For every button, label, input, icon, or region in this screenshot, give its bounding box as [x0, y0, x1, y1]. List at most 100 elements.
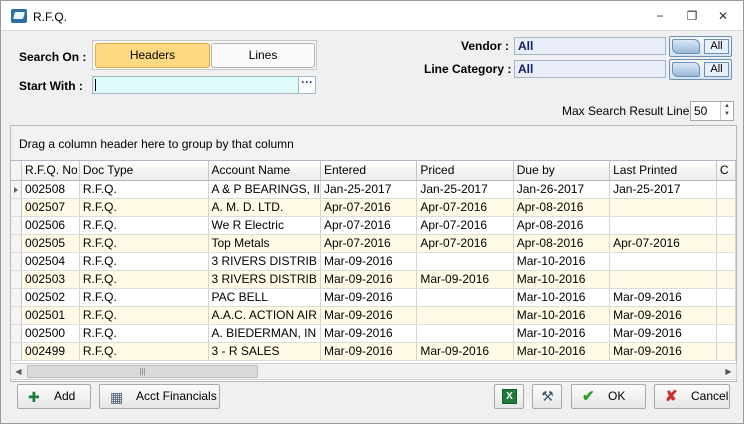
cell-priced[interactable] — [416, 324, 514, 343]
cell-account-name[interactable]: Top Metals — [208, 234, 321, 253]
row-indicator[interactable] — [11, 180, 23, 199]
cell-account-name[interactable]: 3 RIVERS DISTRIB — [208, 252, 321, 271]
line-category-all-button[interactable]: All — [669, 59, 732, 80]
cell-last-printed[interactable]: Mar-09-2016 — [609, 342, 717, 361]
horizontal-scrollbar[interactable]: ◀ ||| ▶ — [10, 363, 737, 380]
ok-button[interactable]: ✔ OK — [571, 384, 646, 409]
cell-rfq-no[interactable]: 002504 — [21, 252, 80, 271]
row-indicator[interactable] — [11, 216, 23, 235]
restore-icon[interactable]: ❐ — [679, 7, 705, 25]
cell-due-by[interactable]: Apr-08-2016 — [513, 234, 611, 253]
cell-last-printed[interactable]: Jan-25-2017 — [609, 180, 717, 199]
scroll-left-icon[interactable]: ◀ — [11, 364, 26, 379]
cell-entered[interactable]: Apr-07-2016 — [320, 216, 418, 235]
cell-extra[interactable] — [716, 198, 736, 217]
cell-entered[interactable]: Mar-09-2016 — [320, 306, 418, 325]
cell-priced[interactable]: Apr-07-2016 — [416, 234, 514, 253]
cell-due-by[interactable]: Mar-10-2016 — [513, 342, 611, 361]
tools-button[interactable]: ⚒ — [532, 384, 562, 409]
row-indicator[interactable] — [11, 234, 23, 253]
browse-button[interactable]: ··· — [298, 76, 316, 94]
table-row[interactable]: 002502 R.F.Q. PAC BELL Mar-09-2016 Mar-10-20… — [11, 288, 736, 307]
cell-priced[interactable] — [416, 288, 514, 307]
cell-doc-type[interactable]: R.F.Q. — [79, 180, 209, 199]
cell-entered[interactable]: Mar-09-2016 — [320, 288, 418, 307]
cell-due-by[interactable]: Apr-08-2016 — [513, 198, 611, 217]
col-header-due-by[interactable]: Due by — [513, 161, 611, 181]
cell-account-name[interactable]: 3 RIVERS DISTRIB — [208, 270, 321, 289]
lines-toggle-button[interactable]: Lines — [211, 43, 315, 68]
cell-entered[interactable]: Apr-07-2016 — [320, 198, 418, 217]
cell-rfq-no[interactable]: 002508 — [21, 180, 80, 199]
cell-account-name[interactable]: A. M. D. LTD. — [208, 198, 321, 217]
row-indicator[interactable] — [11, 252, 23, 271]
cell-rfq-no[interactable]: 002507 — [21, 198, 80, 217]
cell-last-printed[interactable] — [609, 252, 717, 271]
cell-doc-type[interactable]: R.F.Q. — [79, 216, 209, 235]
cell-priced[interactable]: Apr-07-2016 — [416, 198, 514, 217]
vendor-all-button[interactable]: All — [669, 36, 732, 57]
group-by-panel[interactable]: Drag a column header here to group by th… — [10, 125, 737, 161]
col-header-account-name[interactable]: Account Name — [208, 161, 321, 181]
cell-extra[interactable] — [716, 324, 736, 343]
export-excel-button[interactable]: X — [494, 384, 524, 409]
col-header-priced[interactable]: Priced — [416, 161, 514, 181]
col-header-extra[interactable]: C — [716, 161, 736, 181]
cell-account-name[interactable]: A.A.C. ACTION AIR — [208, 306, 321, 325]
cell-extra[interactable] — [716, 306, 736, 325]
col-header-doc-type[interactable]: Doc Type — [79, 161, 209, 181]
cell-doc-type[interactable]: R.F.Q. — [79, 270, 209, 289]
table-row[interactable]: 002507 R.F.Q. A. M. D. LTD. Apr-07-2016 Apr-… — [11, 198, 736, 217]
cell-doc-type[interactable]: R.F.Q. — [79, 252, 209, 271]
cell-last-printed[interactable] — [609, 270, 717, 289]
cell-priced[interactable]: Mar-09-2016 — [416, 270, 514, 289]
cell-account-name[interactable]: We R Electric — [208, 216, 321, 235]
table-row[interactable]: 002503 R.F.Q. 3 RIVERS DISTRIB Mar-09-2016 M… — [11, 270, 736, 289]
scroll-thumb[interactable]: ||| — [27, 365, 258, 378]
cell-due-by[interactable]: Mar-10-2016 — [513, 324, 611, 343]
cell-last-printed[interactable] — [609, 198, 717, 217]
table-row[interactable]: 002506 R.F.Q. We R Electric Apr-07-2016 Apr-… — [11, 216, 736, 235]
cell-rfq-no[interactable]: 002503 — [21, 270, 80, 289]
cell-priced[interactable] — [416, 252, 514, 271]
cell-last-printed[interactable]: Mar-09-2016 — [609, 288, 717, 307]
close-icon[interactable]: ✕ — [710, 7, 736, 25]
cell-priced[interactable] — [416, 306, 514, 325]
acct-financials-button[interactable]: ▦ Acct Financials — [99, 384, 220, 409]
headers-toggle-button[interactable]: Headers — [95, 43, 210, 68]
results-grid[interactable]: R.F.Q. No Doc Type Account Name Entered … — [10, 160, 737, 382]
cancel-button[interactable]: ✘ Cancel — [654, 384, 730, 409]
scroll-right-icon[interactable]: ▶ — [721, 364, 736, 379]
cell-extra[interactable] — [716, 234, 736, 253]
cell-priced[interactable]: Mar-09-2016 — [416, 342, 514, 361]
table-row[interactable]: 002500 R.F.Q. A. BIEDERMAN, IN Mar-09-2016 M… — [11, 324, 736, 343]
cell-entered[interactable]: Mar-09-2016 — [320, 270, 418, 289]
cell-rfq-no[interactable]: 002506 — [21, 216, 80, 235]
cell-last-printed[interactable]: Apr-07-2016 — [609, 234, 717, 253]
cell-due-by[interactable]: Apr-08-2016 — [513, 216, 611, 235]
cell-account-name[interactable]: A & P BEARINGS, II — [208, 180, 321, 199]
col-header-rfq-no[interactable]: R.F.Q. No — [21, 161, 80, 181]
cell-rfq-no[interactable]: 002505 — [21, 234, 80, 253]
row-indicator[interactable] — [11, 306, 23, 325]
minimize-icon[interactable]: − — [647, 7, 673, 25]
spinner-arrows-icon[interactable]: ▲ ▼ — [720, 102, 733, 120]
row-indicator[interactable] — [11, 198, 23, 217]
cell-account-name[interactable]: A. BIEDERMAN, IN — [208, 324, 321, 343]
table-row[interactable]: 002508 R.F.Q. A & P BEARINGS, II Jan-25-201… — [11, 180, 736, 199]
cell-doc-type[interactable]: R.F.Q. — [79, 234, 209, 253]
cell-doc-type[interactable]: R.F.Q. — [79, 324, 209, 343]
col-header-last-printed[interactable]: Last Printed — [609, 161, 717, 181]
cell-extra[interactable] — [716, 216, 736, 235]
table-row[interactable]: 002505 R.F.Q. Top Metals Apr-07-2016 Apr-07-… — [11, 234, 736, 253]
cell-rfq-no[interactable]: 002500 — [21, 324, 80, 343]
cell-account-name[interactable]: 3 - R SALES — [208, 342, 321, 361]
start-with-input[interactable] — [92, 76, 299, 94]
row-indicator[interactable] — [11, 342, 23, 361]
cell-entered[interactable]: Apr-07-2016 — [320, 234, 418, 253]
add-button[interactable]: ✚ Add — [17, 384, 91, 409]
col-header-entered[interactable]: Entered — [320, 161, 418, 181]
table-row[interactable]: 002499 R.F.Q. 3 - R SALES Mar-09-2016 Mar-09… — [11, 342, 736, 361]
line-category-field[interactable]: All — [514, 60, 666, 78]
table-row[interactable]: 002501 R.F.Q. A.A.C. ACTION AIR Mar-09-2016… — [11, 306, 736, 325]
